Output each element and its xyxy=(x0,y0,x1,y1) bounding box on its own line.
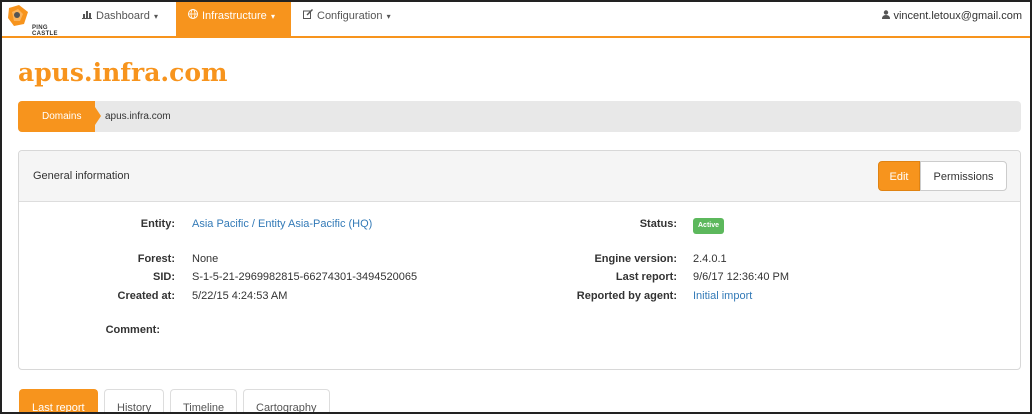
edit-icon xyxy=(303,3,313,31)
user-email: vincent.letoux@gmail.com xyxy=(893,10,1022,22)
comment-label: Comment: xyxy=(105,324,160,336)
status-label: Status: xyxy=(639,218,677,230)
forest-label: Forest: xyxy=(137,253,175,265)
entity-label: Entity: xyxy=(140,218,175,230)
tab-last-report[interactable]: Last report xyxy=(19,389,98,412)
status-badge: Active xyxy=(693,218,725,234)
sid-value: S-1-5-21-2969982815-66274301-3494520065 xyxy=(192,271,418,283)
last-report-value: 9/6/17 12:36:40 PM xyxy=(693,271,790,283)
entity-link[interactable]: Asia Pacific / Entity Asia-Pacific (HQ) xyxy=(192,218,372,230)
nav-infrastructure[interactable]: Infrastructure ▾ xyxy=(176,2,291,36)
forest-value: None xyxy=(192,253,219,265)
last-report-label: Last report: xyxy=(615,271,677,283)
ping-castle-logo[interactable]: PING CASTLE xyxy=(6,4,70,37)
breadcrumb-current: apus.infra.com xyxy=(105,111,171,122)
navbar: PING CASTLE Dashboard ▾ Infrastructure ▾… xyxy=(2,2,1030,38)
nav-configuration[interactable]: Configuration ▾ xyxy=(291,2,403,36)
tab-timeline[interactable]: Timeline xyxy=(170,389,238,412)
breadcrumb-arrow xyxy=(91,101,101,131)
nav-dashboard-label: Dashboard xyxy=(96,10,150,22)
caret-down-icon: ▾ xyxy=(384,12,391,21)
panel-heading: General information Edit Permissions xyxy=(19,151,1020,202)
page-title: apus.infra.com xyxy=(18,58,228,87)
logo-text: PING CASTLE xyxy=(32,25,58,37)
created-at-label: Created at: xyxy=(117,290,175,302)
breadcrumb: Domains apus.infra.com xyxy=(18,101,1021,132)
edit-button[interactable]: Edit xyxy=(878,161,920,191)
permissions-button[interactable]: Permissions xyxy=(920,161,1007,191)
user-menu[interactable]: vincent.letoux@gmail.com xyxy=(882,2,1022,30)
page-frame: PING CASTLE Dashboard ▾ Infrastructure ▾… xyxy=(0,0,1032,414)
engine-version-value: 2.4.0.1 xyxy=(693,253,727,265)
bar-chart-icon xyxy=(82,3,92,31)
sid-label: SID: xyxy=(153,271,175,283)
globe-icon xyxy=(188,3,198,31)
caret-down-icon: ▾ xyxy=(151,12,159,21)
engine-version-label: Engine version: xyxy=(594,253,677,265)
reported-by-agent-label: Reported by agent: xyxy=(576,290,677,302)
nav-dashboard[interactable]: Dashboard ▾ xyxy=(70,2,170,36)
nav-infrastructure-label: Infrastructure xyxy=(202,10,267,22)
panel-title: General information xyxy=(33,170,130,182)
castle-logo-icon xyxy=(8,5,28,26)
user-icon xyxy=(882,3,891,31)
breadcrumb-domains[interactable]: Domains xyxy=(18,101,96,132)
general-info-panel: General information Edit Permissions Ent… xyxy=(18,150,1021,370)
tab-history[interactable]: History xyxy=(104,389,165,412)
created-at-value: 5/22/15 4:24:53 AM xyxy=(192,290,288,302)
nav-configuration-label: Configuration xyxy=(317,10,383,22)
caret-down-icon: ▾ xyxy=(268,12,276,21)
reported-by-agent-link[interactable]: Initial import xyxy=(693,290,752,302)
tab-cartography[interactable]: Cartography xyxy=(243,389,330,412)
